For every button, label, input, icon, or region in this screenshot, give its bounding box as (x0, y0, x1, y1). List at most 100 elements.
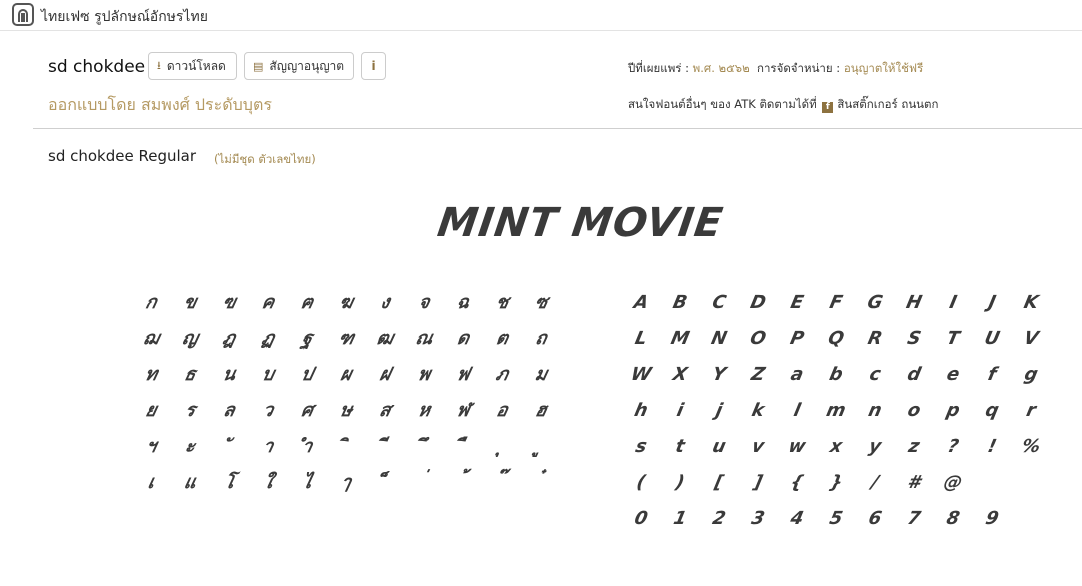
glyph-cell: C (710, 292, 728, 313)
glyph-cell: ำ (299, 436, 315, 457)
glyph-cell: ] (751, 472, 765, 493)
glyph-cell: จ (416, 292, 432, 313)
glyph-cell: f (985, 364, 999, 385)
info-button[interactable]: i (361, 52, 386, 80)
glyph-cell: e (944, 364, 962, 385)
glyph-cell: R (865, 328, 885, 349)
font-title: sd chokdee (48, 57, 146, 77)
glyph-cell: } (827, 472, 845, 493)
glyph-cell: ง (378, 292, 392, 313)
glyph-cell: ณ (413, 328, 435, 349)
glyph-cell: ย (143, 400, 159, 421)
glyph-cell: h (632, 400, 650, 421)
glyph-cell: อ (494, 400, 510, 421)
glyph-cell: ็ (382, 472, 388, 493)
glyph-cell: p (944, 400, 962, 421)
glyph-cell: ฟ (454, 364, 472, 385)
glyph-cell: โ (222, 472, 237, 493)
glyph-cell: / (869, 472, 881, 493)
glyph-cell: ฆ (337, 292, 356, 313)
download-icon: ⭳ (157, 58, 161, 72)
glyph-cell: เ (145, 472, 157, 493)
download-button[interactable]: ⭳ ดาวน์โหลด (148, 52, 237, 80)
glyph-cell: ฅ (298, 292, 316, 313)
glyph-cell: ่ (421, 472, 427, 493)
glyph-cell: น (220, 364, 238, 385)
facebook-icon: f (822, 102, 834, 113)
glyph-cell: U (982, 328, 1002, 349)
distribution-label: การจัดจำหน่าย : (756, 61, 841, 75)
glyph-cell: บ (260, 364, 277, 385)
glyph-cell: c (867, 364, 883, 385)
glyph-cell: M (668, 328, 692, 349)
glyph-cell: ภ (493, 364, 511, 385)
glyph-cell: n (866, 400, 884, 421)
facebook-page-link[interactable]: สินสติ๊กเกอร์ ถนนตก (837, 97, 938, 111)
thaifaces-logo-icon[interactable] (12, 3, 34, 26)
top-bar: ไทยเฟซ รูปลักษณ์อักษรไทย (0, 0, 1082, 31)
glyph-cell: ไ (300, 472, 314, 493)
license-button[interactable]: ▤ สัญญาอนุญาต (244, 52, 354, 80)
book-icon: ▤ (253, 59, 264, 73)
glyph-cell: v (749, 436, 767, 457)
glyph-cell: l (791, 400, 803, 421)
distribution-value[interactable]: อนุญาตให้ใช้ฟรี (844, 61, 923, 75)
glyph-cell: d (905, 364, 923, 385)
font-style-name: sd chokdee Regular (48, 147, 197, 165)
site-name[interactable]: ไทยเฟซ รูปลักษณ์อักษรไทย (41, 6, 208, 28)
glyph-cell: z (906, 436, 922, 457)
glyph-cell: ธ (182, 364, 198, 385)
glyph-cell: 4 (788, 508, 806, 529)
glyph-cell: ท (142, 364, 160, 385)
glyph-cell: Y (710, 364, 728, 385)
glyph-cell: ฌ (141, 328, 162, 349)
glyph-cell: ช (493, 292, 511, 313)
glyph-cell: ) (673, 472, 687, 493)
glyph-cell: ฐ (299, 328, 315, 349)
glyph-cell: ( (634, 472, 648, 493)
glyph-cell: q (983, 400, 1001, 421)
glyph-cell: 8 (944, 508, 962, 529)
glyph-cell: O (748, 328, 768, 349)
sample-text: MINT MOVIE (434, 200, 727, 246)
glyph-cell: ี (382, 436, 388, 457)
glyph-cell: พ (415, 364, 433, 385)
glyph-cell: ุ (499, 436, 505, 457)
download-label: ดาวน์โหลด (166, 58, 226, 73)
glyph-cell: ว (260, 400, 276, 421)
glyph-cell: ส (377, 400, 393, 421)
glyph-cell: b (827, 364, 845, 385)
glyph-cell: แ (182, 472, 199, 493)
glyph-cell: V (1021, 328, 1041, 349)
glyph-cell: D (748, 292, 768, 313)
glyph-cell: N (709, 328, 729, 349)
glyph-cell: j (713, 400, 725, 421)
glyph-cell: F (827, 292, 845, 313)
more-fonts-text: สนใจฟอนต์อื่นๆ ของ ATK ติดตามได้ที่ (628, 97, 817, 111)
glyph-cell: ๊ (499, 472, 505, 493)
glyph-cell: ซ (532, 292, 550, 313)
glyph-cell: ม (532, 364, 550, 385)
glyph-cell: ! (985, 436, 999, 457)
glyph-cell: ร (183, 400, 198, 421)
glyph-cell: E (788, 292, 806, 313)
glyph-cell: ั (226, 436, 232, 457)
glyph-cell: t (673, 436, 687, 457)
glyph-cell: ล (221, 400, 237, 421)
published-label: ปีที่เผยแพร่ : (628, 61, 689, 75)
glyph-cell: Z (749, 364, 767, 385)
glyph-cell: ู (538, 436, 544, 457)
glyph-cell: ฎ (220, 328, 238, 349)
glyph-cell: m (824, 400, 848, 421)
glyph-cell: ผ (338, 364, 354, 385)
glyph-cell: J (986, 292, 998, 313)
glyph-cell: X (670, 364, 690, 385)
glyph-cell: L (633, 328, 650, 349)
glyph-cell: ฑ (336, 328, 356, 349)
glyph-cell: { (788, 472, 806, 493)
font-style-note: (ไม่มีชุด ตัวเลขไทย) (214, 152, 316, 166)
glyph-cell: k (749, 400, 767, 421)
glyph-cell: ฮ (533, 400, 549, 421)
glyph-cell: @ (941, 472, 965, 493)
glyph-cell: B (670, 292, 690, 313)
